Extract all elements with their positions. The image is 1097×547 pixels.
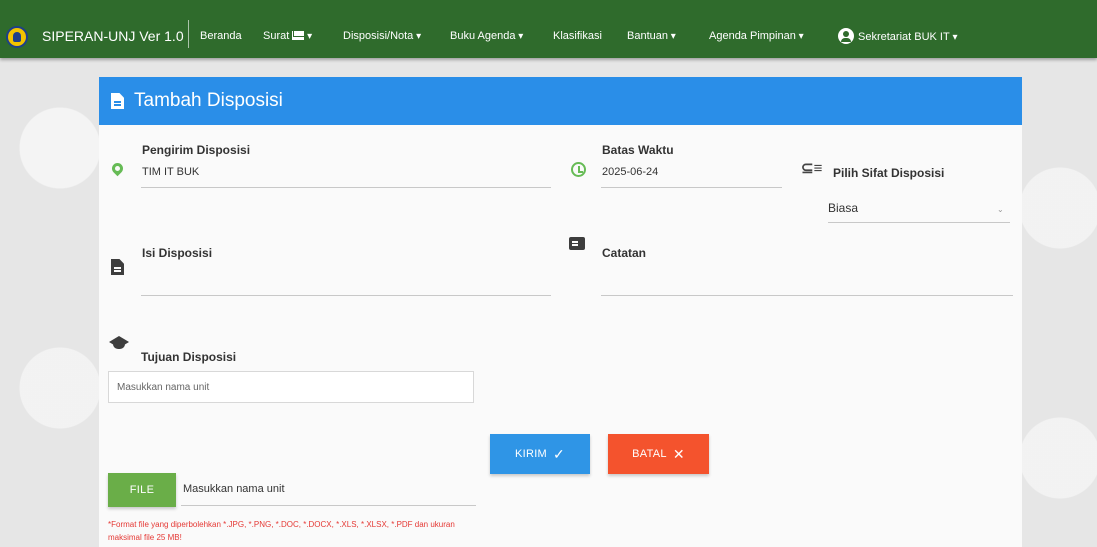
file-format-note: *Format file yang diperbolehkan *.JPG, *… [108, 520, 455, 542]
pengirim-underline [141, 187, 551, 188]
sifat-selected-value: Biasa [828, 201, 859, 215]
batas-waktu-underline [601, 187, 782, 188]
graduation-cap-icon [109, 336, 129, 348]
isi-label: Isi Disposisi [142, 246, 213, 260]
file-icon [111, 259, 124, 275]
nav-user-menu[interactable]: Sekretariat BUK IT [838, 28, 958, 44]
nav-surat[interactable]: Surat [263, 30, 312, 42]
nav-user-label: Sekretariat BUK IT [858, 31, 950, 43]
check-icon: ✓ [553, 445, 566, 462]
nav-disposisi-label: Disposisi/Nota [343, 30, 414, 42]
close-icon: ✕ [672, 445, 685, 462]
alarm-clock-icon [571, 162, 586, 177]
nav-buku-agenda[interactable]: Buku Agenda [450, 30, 523, 42]
chevron-down-icon: ⌄ [997, 205, 1004, 214]
nav-surat-label: Surat [263, 30, 290, 42]
catatan-field[interactable] [601, 295, 1013, 296]
nav-klasifikasi-label: Klasifikasi [553, 30, 602, 42]
list-icon: ⊆≡ [801, 160, 823, 177]
nav-bantuan-label: Bantuan [627, 30, 668, 42]
note-icon [569, 237, 585, 250]
nav-buku-agenda-label: Buku Agenda [450, 30, 516, 42]
isi-field[interactable] [141, 295, 551, 296]
catatan-label: Catatan [602, 246, 647, 260]
tujuan-input[interactable] [108, 371, 474, 403]
map-marker-icon [109, 160, 126, 177]
nav-disposisi-nota[interactable]: Disposisi/Nota [343, 30, 421, 42]
mail-icon [292, 31, 305, 40]
file-icon [111, 93, 124, 109]
pengirim-label: Pengirim Disposisi [142, 143, 251, 157]
page-title: Tambah Disposisi [134, 90, 283, 111]
batas-waktu-field[interactable]: 2025-06-24 [602, 166, 658, 178]
tambah-disposisi-card: Tambah Disposisi Pengirim Disposisi TIM … [99, 77, 1022, 547]
card-header: Tambah Disposisi [99, 77, 1022, 125]
nav-beranda[interactable]: Beranda [200, 30, 242, 42]
graduation-cap-base [113, 344, 125, 349]
nav-bantuan[interactable]: Bantuan [627, 30, 676, 42]
sifat-label: Pilih Sifat Disposisi [833, 166, 945, 180]
nav-beranda-label: Beranda [200, 30, 242, 42]
batal-button[interactable]: BATAL ✕ [608, 434, 709, 474]
top-navbar: SIPERAN-UNJ Ver 1.0 Beranda Surat Dispos… [0, 0, 1097, 58]
batas-waktu-label: Batas Waktu [602, 143, 674, 157]
tujuan-label: Tujuan Disposisi [141, 350, 237, 364]
file-button-label: FILE [129, 484, 155, 496]
nav-agenda-pimpinan-label: Agenda Pimpinan [709, 30, 796, 42]
file-path-input[interactable]: Masukkan nama unit [183, 483, 285, 495]
user-circle-icon [838, 28, 854, 44]
batal-label: BATAL [632, 448, 667, 460]
sifat-underline [828, 222, 1010, 223]
file-button[interactable]: FILE [108, 473, 176, 507]
nav-agenda-pimpinan[interactable]: Agenda Pimpinan [709, 30, 804, 42]
unj-logo-icon [6, 26, 28, 48]
nav-klasifikasi[interactable]: Klasifikasi [553, 30, 602, 42]
brand-divider [188, 20, 189, 48]
kirim-button[interactable]: KIRIM ✓ [490, 434, 590, 474]
kirim-label: KIRIM [514, 448, 548, 460]
pengirim-field[interactable]: TIM IT BUK [142, 166, 199, 178]
sifat-select[interactable]: Biasa [828, 201, 1010, 221]
app-brand[interactable]: SIPERAN-UNJ Ver 1.0 [42, 28, 184, 44]
file-path-underline [181, 505, 476, 506]
